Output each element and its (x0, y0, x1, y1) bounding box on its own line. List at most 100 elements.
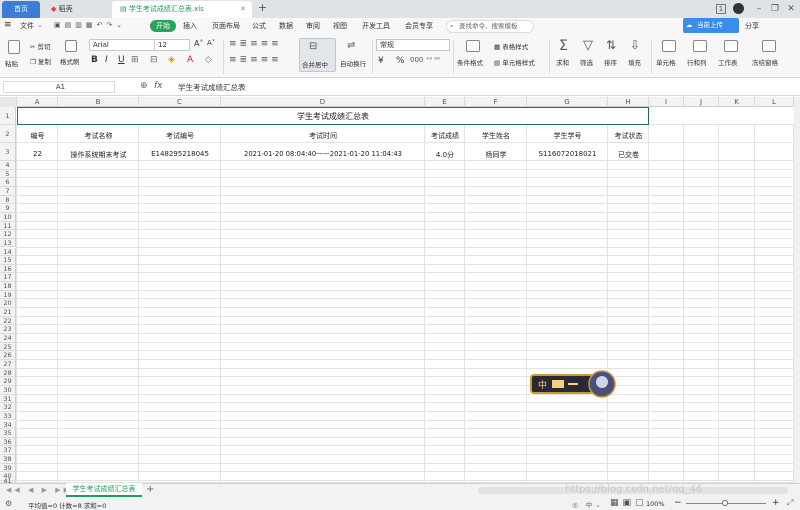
filter-button[interactable]: 筛选 (580, 57, 593, 67)
zoom-icon[interactable]: ⊕ (140, 81, 148, 91)
row-header[interactable]: 36 (0, 437, 16, 447)
close-window-button[interactable]: ✕ (784, 2, 798, 16)
share-button[interactable]: 分享 (745, 21, 759, 31)
sum-icon[interactable]: Σ (559, 38, 568, 54)
row-header[interactable]: 23 (0, 325, 16, 334)
row-header[interactable]: 22 (0, 316, 16, 326)
column-header[interactable]: K (719, 97, 755, 107)
paste-button[interactable]: 粘贴 (5, 58, 18, 68)
row-header[interactable]: 6 (0, 178, 16, 187)
column-header[interactable]: D (221, 97, 425, 107)
filter-icon[interactable]: ▽ (583, 38, 593, 53)
row-header[interactable]: 17 (0, 273, 16, 283)
column-header[interactable]: A (17, 97, 58, 107)
row-header[interactable]: 10 (0, 212, 16, 222)
data-cell[interactable]: 杨同学 (465, 150, 527, 160)
data-cell[interactable]: S116072018021 (527, 150, 608, 158)
menu-page-layout[interactable]: 页面布局 (212, 21, 240, 31)
row-header[interactable]: 37 (0, 446, 16, 456)
zoom-in-button[interactable]: + (772, 498, 780, 508)
add-sheet-button[interactable]: + (146, 484, 154, 495)
column-header[interactable]: C (139, 97, 221, 107)
font-name-select[interactable]: Arial (89, 39, 155, 51)
quick-access-icons[interactable]: ▣▤▥▦↶↷⌄ (54, 21, 126, 29)
fullscreen-icon[interactable]: ⤢ (787, 498, 793, 508)
data-cell[interactable]: 4.0分 (425, 150, 465, 160)
row-header[interactable]: 4 (0, 161, 16, 170)
restore-button[interactable]: ❐ (768, 2, 782, 16)
tab-document[interactable]: ▤ 学生考试成绩汇总表.xls ✕ (112, 1, 252, 18)
cells-button[interactable]: 单元格 (656, 57, 676, 67)
currency-button[interactable]: ¥ (378, 56, 384, 66)
merge-center-button[interactable]: ⊟ 合并居中 (299, 38, 336, 72)
row-header[interactable]: 5 (0, 169, 16, 179)
row-header[interactable]: 21 (0, 308, 16, 317)
table-style-button[interactable]: ▦ 表格样式 (494, 41, 528, 51)
row-header[interactable]: 33 (0, 411, 16, 421)
row-header[interactable]: 1 (0, 107, 16, 125)
name-box[interactable]: A1 (3, 81, 115, 93)
italic-button[interactable]: I (105, 55, 108, 65)
sum-button[interactable]: 求和 (556, 57, 569, 67)
column-header[interactable]: F (465, 97, 527, 107)
chevron-down-icon[interactable]: ⌄ (37, 21, 43, 29)
horizontal-align-icons[interactable]: ≡≣≡≡≡ (229, 55, 282, 65)
hamburger-icon[interactable]: ≡ (4, 20, 12, 30)
new-tab-button[interactable]: + (258, 1, 267, 14)
menu-formula[interactable]: 公式 (252, 21, 266, 31)
menu-member[interactable]: 会员专享 (405, 21, 433, 31)
row-header[interactable]: 19 (0, 290, 16, 300)
function-button[interactable]: fx (154, 81, 163, 91)
zoom-out-button[interactable]: − (674, 498, 682, 508)
fill-color-icon[interactable]: ◈ (168, 55, 175, 65)
font-color-icon[interactable]: A (187, 55, 193, 65)
conditional-format-icon[interactable] (466, 40, 480, 52)
sheet-tab-active[interactable]: 学生考试成绩汇总表 (66, 483, 142, 497)
data-cell[interactable]: 已交卷 (608, 150, 649, 160)
font-grow-icon[interactable]: A˄ (194, 39, 203, 48)
row-header[interactable]: 16 (0, 264, 16, 274)
paste-icon[interactable] (8, 40, 20, 54)
underline-button[interactable]: U (118, 55, 125, 65)
row-header[interactable]: 38 (0, 455, 16, 464)
row-header[interactable]: 18 (0, 282, 16, 291)
sort-icon[interactable]: ⇅ (606, 38, 616, 52)
row-header[interactable]: 13 (0, 238, 16, 248)
column-header[interactable]: H (608, 97, 649, 107)
wrap-text-icon[interactable]: ⇌ (347, 40, 355, 51)
row-header[interactable]: 2 (0, 125, 16, 143)
command-search[interactable]: ⌕ 查找命令、搜索模板 (446, 20, 534, 33)
view-mode-icons[interactable]: ▦▣▢ (610, 498, 648, 508)
row-header[interactable]: 15 (0, 256, 16, 265)
row-header[interactable]: 11 (0, 221, 16, 231)
select-all-corner[interactable] (0, 97, 17, 107)
decimal-icons[interactable]: 000 ⁺⁰ ⁰⁰ (410, 56, 440, 64)
menu-view[interactable]: 视图 (333, 21, 347, 31)
data-cell[interactable]: 22 (17, 150, 58, 158)
spreadsheet-grid[interactable]: 1 2 3 4 5 6 7 8 9 10 11 12 13 14 15 16 17 18 19 20 21 22 23 24 2… (0, 107, 794, 483)
tab-home[interactable]: 首页 (2, 1, 40, 18)
format-painter-button[interactable]: 格式刷 (60, 56, 80, 66)
border-icon[interactable]: ⊞ (131, 55, 139, 65)
freeze-panes-button[interactable]: 冻结窗格 (752, 57, 778, 67)
close-tab-icon[interactable]: ✕ (240, 1, 246, 18)
worksheet-button[interactable]: 工作表 (718, 57, 738, 67)
data-cell[interactable]: 2021-01-20 08:04:40——2021-01-20 11:04:43 (221, 150, 425, 158)
floating-game-widget[interactable]: 中 (530, 370, 616, 398)
row-header[interactable]: 34 (0, 420, 16, 430)
row-header[interactable]: 9 (0, 204, 16, 213)
clear-format-icon[interactable]: ◇ (205, 55, 212, 65)
conditional-format-button[interactable]: 条件格式 (457, 57, 483, 67)
fill-icon[interactable]: ⇩ (630, 38, 640, 52)
minimize-button[interactable]: – (752, 2, 766, 16)
row-header[interactable]: 28 (0, 368, 16, 378)
column-header[interactable]: L (755, 97, 794, 107)
row-header[interactable]: 3 (0, 143, 16, 161)
cut-button[interactable]: ✂ 剪切 (30, 41, 51, 51)
percent-button[interactable]: % (396, 56, 405, 66)
formula-input[interactable]: 学生考试成绩汇总表 (178, 82, 246, 93)
worksheet-icon[interactable] (724, 40, 738, 52)
merge-icon[interactable]: ⊟ (150, 55, 158, 65)
row-header[interactable]: 25 (0, 342, 16, 352)
column-header[interactable]: E (425, 97, 465, 107)
